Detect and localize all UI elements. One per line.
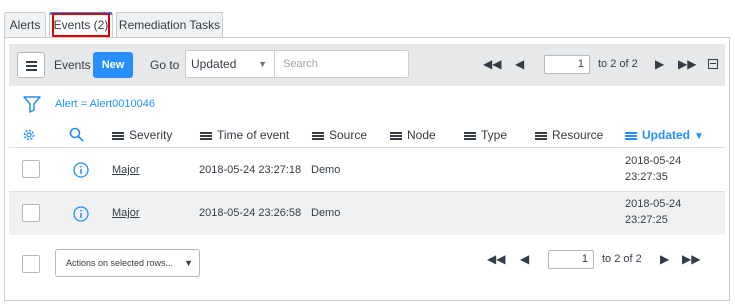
row-checkbox[interactable]	[22, 204, 40, 222]
tab-remediation-tasks-label: Remediation Tasks	[118, 18, 221, 32]
column-header-label: Resource	[552, 128, 604, 142]
filter-icon[interactable]	[23, 95, 41, 113]
search-input[interactable]	[275, 51, 408, 77]
caret-down-icon: ▼	[258, 59, 267, 69]
goto-field-value: Updated	[191, 57, 237, 71]
goto-field-select[interactable]: Updated ▼	[185, 50, 275, 78]
table-row[interactable]: Major 2018-05-24 23:27:18 Demo 2018-05-2…	[9, 148, 725, 191]
tab-events[interactable]: Events (2)	[49, 12, 113, 39]
previous-page-icon[interactable]: ◀	[520, 253, 529, 265]
hamburger-icon-bar	[26, 69, 37, 71]
hamburger-icon	[26, 61, 37, 63]
search-field[interactable]	[274, 50, 409, 78]
select-all-checkbox[interactable]	[22, 255, 40, 273]
column-header-type[interactable]: Type	[464, 128, 507, 142]
hamburger-icon-bar	[26, 65, 37, 67]
source-cell: Demo	[311, 207, 341, 219]
column-header-label: Severity	[129, 128, 173, 142]
actions-select-value: Actions on selected rows...	[66, 258, 174, 268]
column-header-resource[interactable]: Resource	[535, 128, 603, 142]
goto-label: Go to	[150, 58, 180, 72]
filter-breadcrumb[interactable]: Alert = Alert0010046	[55, 98, 155, 110]
time-of-event-cell: 2018-05-24 23:27:18	[199, 164, 302, 176]
column-menu-icon[interactable]	[464, 132, 476, 140]
next-page-icon[interactable]: ▶	[655, 58, 664, 70]
previous-page-icon[interactable]: ◀	[515, 58, 524, 70]
tab-remediation-tasks[interactable]: Remediation Tasks	[116, 12, 223, 38]
related-list-panel: Events New Go to Updated ▼ ◀◀ ◀ 1 to 2 o…	[4, 37, 730, 301]
caret-down-icon: ▼	[184, 258, 193, 268]
info-icon[interactable]	[73, 162, 89, 178]
first-page-icon[interactable]: ◀◀	[483, 58, 501, 70]
column-menu-icon[interactable]	[535, 132, 547, 140]
first-page-icon[interactable]: ◀◀	[487, 253, 505, 265]
page-range-text: to 2 of 2	[602, 253, 642, 265]
page-number-input[interactable]: 1	[548, 250, 594, 269]
column-header-label: Type	[481, 128, 508, 142]
column-header-label: Time of event	[217, 128, 290, 142]
collapse-icon[interactable]	[708, 59, 718, 69]
actions-on-selected-rows-select[interactable]: Actions on selected rows... ▼	[55, 249, 200, 277]
last-page-icon[interactable]: ▶▶	[678, 58, 696, 70]
tab-alerts[interactable]: Alerts	[4, 12, 46, 38]
list-title: Events	[54, 58, 91, 72]
column-menu-icon[interactable]	[390, 132, 402, 140]
gear-icon[interactable]	[22, 128, 36, 142]
list-toolbar: Events New Go to Updated ▼ ◀◀ ◀ 1 to 2 o…	[9, 44, 725, 86]
column-menu-icon[interactable]	[112, 132, 124, 140]
updated-time-cell: 23:27:35	[625, 171, 668, 183]
column-menu-icon[interactable]	[200, 132, 212, 140]
info-icon[interactable]	[73, 206, 89, 222]
column-header-updated[interactable]: Updated ▼	[625, 128, 704, 142]
tab-alerts-label: Alerts	[9, 18, 41, 32]
new-button[interactable]: New	[93, 52, 133, 78]
updated-time-cell: 23:27:25	[625, 214, 668, 226]
column-header-node[interactable]: Node	[390, 128, 436, 142]
last-page-icon[interactable]: ▶▶	[682, 253, 700, 265]
page-number-input[interactable]: 1	[544, 55, 590, 74]
updated-date-cell: 2018-05-24	[625, 198, 682, 210]
highlight-box	[52, 13, 110, 37]
table-row[interactable]: Major 2018-05-24 23:26:58 Demo 2018-05-2…	[9, 192, 725, 235]
column-header-severity[interactable]: Severity	[112, 128, 172, 142]
updated-date-cell: 2018-05-24	[625, 155, 682, 167]
next-page-icon[interactable]: ▶	[660, 253, 669, 265]
source-cell: Demo	[311, 164, 341, 176]
search-icon[interactable]	[69, 127, 84, 142]
severity-link[interactable]: Major	[112, 164, 140, 176]
page-range-text: to 2 of 2	[598, 58, 638, 70]
column-menu-icon[interactable]	[312, 132, 324, 140]
row-checkbox[interactable]	[22, 160, 40, 178]
sort-descending-icon: ▼	[694, 131, 704, 142]
column-header-time-of-event[interactable]: Time of event	[200, 128, 289, 142]
column-header-label: Updated	[642, 128, 690, 142]
column-header-label: Node	[407, 128, 436, 142]
column-header-label: Source	[329, 128, 368, 142]
list-context-menu-button[interactable]	[17, 52, 45, 78]
severity-link[interactable]: Major	[112, 207, 140, 219]
column-header-source[interactable]: Source	[312, 128, 367, 142]
time-of-event-cell: 2018-05-24 23:26:58	[199, 207, 302, 219]
column-menu-icon[interactable]	[625, 132, 637, 140]
